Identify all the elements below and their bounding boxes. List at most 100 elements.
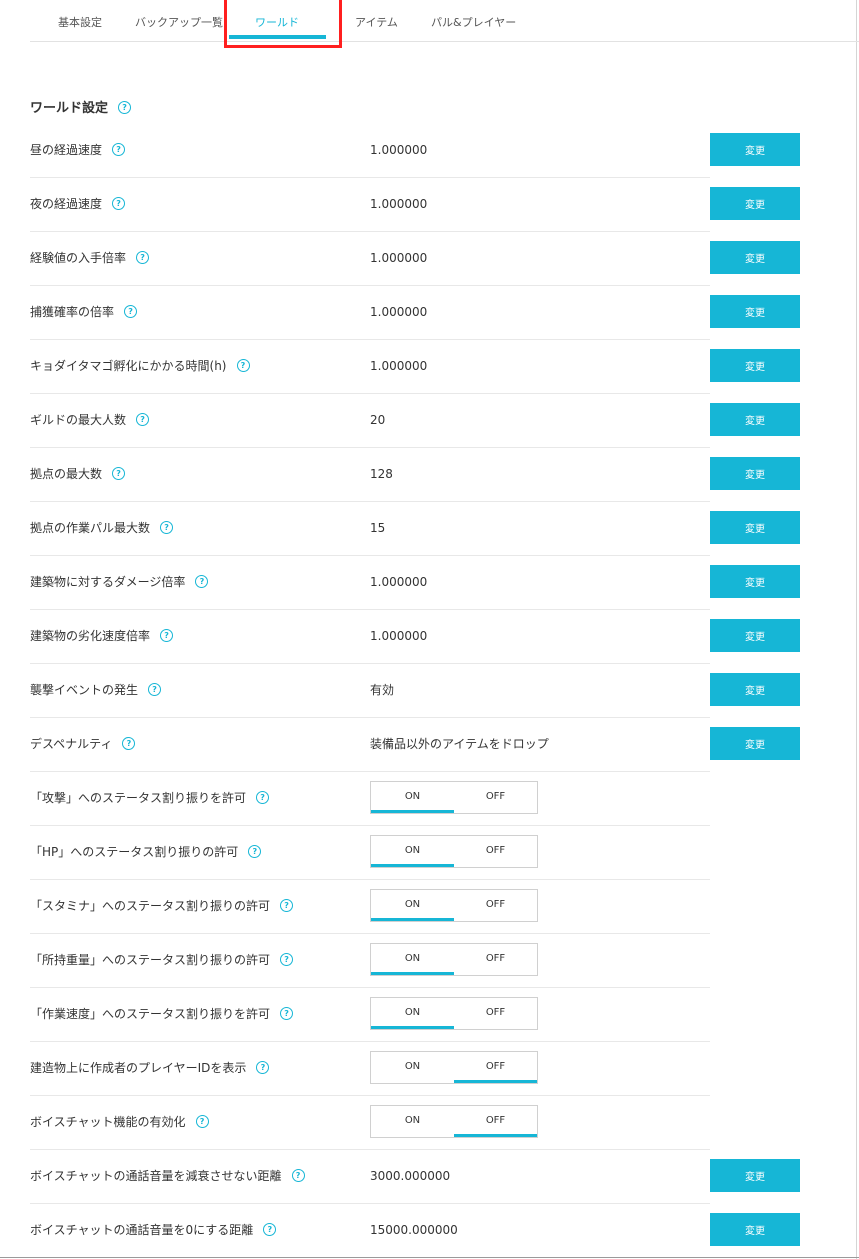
setting-label-text: ボイスチャットの通話音量を0にする距離 [30,1223,254,1237]
setting-label: 建築物の劣化速度倍率? [30,609,174,663]
toggle-off-option[interactable]: OFF [454,782,537,813]
setting-row: ボイスチャットの通話音量を0にする距離? 15000.000000 変更 [30,1203,800,1258]
setting-label: ギルドの最大人数? [30,393,150,447]
setting-row: 経験値の入手倍率? 1.000000 変更 [30,231,800,286]
change-button[interactable]: 変更 [710,673,800,706]
toggle-on-option[interactable]: ON [371,782,454,813]
help-icon[interactable]: ? [256,791,270,804]
help-icon[interactable]: ? [112,197,126,210]
help-icon[interactable]: ? [122,737,136,750]
toggle-on-option[interactable]: ON [371,998,454,1029]
help-icon[interactable]: ? [256,1061,270,1074]
toggle-on-option[interactable]: ON [371,944,454,975]
on-off-toggle: ON OFF [370,1105,538,1138]
help-icon[interactable]: ? [118,101,132,114]
change-button[interactable]: 変更 [710,187,800,220]
help-icon[interactable]: ? [291,1169,305,1182]
setting-label: 「作業速度」へのステータス割り振りを許可? [30,987,294,1041]
help-icon[interactable]: ? [160,521,174,534]
setting-row: 建築物の劣化速度倍率? 1.000000 変更 [30,609,800,664]
setting-label: 襲撃イベントの発生? [30,663,162,717]
setting-row: 建築物に対するダメージ倍率? 1.000000 変更 [30,555,800,610]
tab-bar: 基本設定 バックアップ一覧 ワールド アイテム パル&プレイヤー [30,0,859,42]
change-button[interactable]: 変更 [710,241,800,274]
change-button[interactable]: 変更 [710,457,800,490]
setting-label: 建築物に対するダメージ倍率? [30,555,209,609]
change-button[interactable]: 変更 [710,349,800,382]
setting-label-text: 経験値の入手倍率 [30,251,127,265]
setting-value: 1.000000 [370,575,428,589]
setting-label-text: 建築物の劣化速度倍率 [30,629,151,643]
help-icon[interactable]: ? [148,683,162,696]
help-icon[interactable]: ? [160,629,174,642]
tab-backup-list[interactable]: バックアップ一覧 [135,14,223,30]
toggle-off-option[interactable]: OFF [454,1052,537,1083]
setting-label-text: 「作業速度」へのステータス割り振りを許可 [30,1007,271,1021]
section-title: ワールド設定? [30,97,132,116]
on-off-toggle: ON OFF [370,835,538,868]
setting-value: 1.000000 [370,251,428,265]
setting-label: 拠点の最大数? [30,447,126,501]
help-icon[interactable]: ? [136,251,150,264]
change-button[interactable]: 変更 [710,133,800,166]
change-button[interactable]: 変更 [710,295,800,328]
change-button[interactable]: 変更 [710,1159,800,1192]
change-button[interactable]: 変更 [710,619,800,652]
help-icon[interactable]: ? [280,1007,294,1020]
setting-label: キョダイタマゴ孵化にかかる時間(h)? [30,339,250,393]
setting-value: 15 [370,521,386,535]
tab-items[interactable]: アイテム [355,14,398,30]
change-button[interactable]: 変更 [710,565,800,598]
help-icon[interactable]: ? [280,953,294,966]
help-icon[interactable]: ? [195,575,209,588]
setting-value: 3000.000000 [370,1169,451,1183]
change-button[interactable]: 変更 [710,727,800,760]
setting-label-text: ボイスチャット機能の有効化 [30,1115,186,1129]
setting-label: 捕獲確率の倍率? [30,285,138,339]
tab-basic-settings[interactable]: 基本設定 [58,14,102,30]
setting-value: 1.000000 [370,629,428,643]
help-icon[interactable]: ? [248,845,262,858]
toggle-off-option[interactable]: OFF [454,890,537,921]
setting-label-text: 「HP」へのステータス割り振りの許可 [30,845,239,859]
on-off-toggle: ON OFF [370,1051,538,1084]
help-icon[interactable]: ? [236,359,250,372]
setting-row: 拠点の作業パル最大数? 15 変更 [30,501,800,556]
toggle-on-option[interactable]: ON [371,1052,454,1083]
setting-label-text: デスペナルティ [30,737,113,751]
toggle-off-option[interactable]: OFF [454,1106,537,1137]
setting-label: 「スタミナ」へのステータス割り振りの許可? [30,879,294,933]
setting-label: 夜の経過速度? [30,177,126,231]
toggle-on-option[interactable]: ON [371,1106,454,1137]
help-icon[interactable]: ? [280,899,294,912]
setting-row: 「攻撃」へのステータス割り振りを許可? ON OFF [30,771,710,826]
help-icon[interactable]: ? [124,305,138,318]
help-icon[interactable]: ? [195,1115,209,1128]
toggle-on-option[interactable]: ON [371,890,454,921]
help-icon[interactable]: ? [112,467,126,480]
change-button[interactable]: 変更 [710,1213,800,1246]
setting-label-text: 捕獲確率の倍率 [30,305,115,319]
setting-label-text: 建造物上に作成者のプレイヤーIDを表示 [30,1061,247,1075]
setting-label-text: ギルドの最大人数 [30,413,127,427]
tab-pal-player[interactable]: パル&プレイヤー [431,14,516,30]
setting-label-text: ボイスチャットの通話音量を減衰させない距離 [30,1169,282,1183]
help-icon[interactable]: ? [263,1223,277,1236]
setting-row: ギルドの最大人数? 20 変更 [30,393,800,448]
toggle-off-option[interactable]: OFF [454,836,537,867]
toggle-off-option[interactable]: OFF [454,998,537,1029]
setting-row: ボイスチャット機能の有効化? ON OFF [30,1095,710,1150]
setting-value: 1.000000 [370,305,428,319]
bottom-border [0,1257,859,1258]
toggle-off-option[interactable]: OFF [454,944,537,975]
change-button[interactable]: 変更 [710,511,800,544]
setting-label-text: 「攻撃」へのステータス割り振りを許可 [30,791,247,805]
setting-label: 建造物上に作成者のプレイヤーIDを表示? [30,1041,270,1095]
setting-label: ボイスチャットの通話音量を減衰させない距離? [30,1149,305,1203]
help-icon[interactable]: ? [136,413,150,426]
toggle-on-option[interactable]: ON [371,836,454,867]
change-button[interactable]: 変更 [710,403,800,436]
setting-label-text: 「スタミナ」へのステータス割り振りの許可 [30,899,271,913]
setting-row: ボイスチャットの通話音量を減衰させない距離? 3000.000000 変更 [30,1149,800,1204]
help-icon[interactable]: ? [112,143,126,156]
